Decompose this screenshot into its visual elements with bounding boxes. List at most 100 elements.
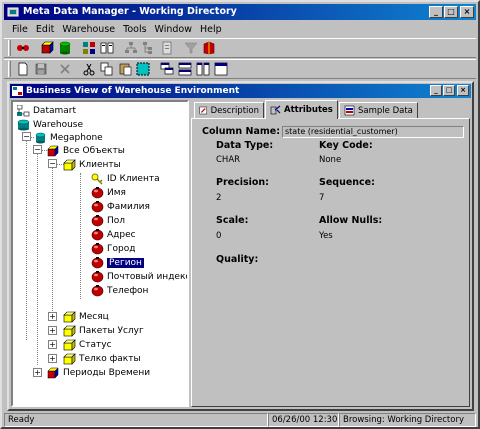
document-disabled-icon[interactable] (158, 40, 176, 57)
datamart-cube-icon[interactable] (38, 40, 56, 57)
menu-edit[interactable]: Edit (32, 24, 58, 35)
tree-node-packages[interactable]: Пакеты Услуг (63, 324, 144, 338)
tree-node-month[interactable]: Месяц (63, 310, 109, 324)
data-type-value: CHAR (216, 155, 241, 165)
delete-icon[interactable] (56, 61, 74, 78)
paste-icon[interactable] (116, 61, 134, 78)
main-toolbar (4, 38, 476, 58)
attribute-ball-icon (91, 271, 104, 283)
book-icon[interactable] (200, 40, 218, 57)
hierarchy-disabled-icon[interactable] (122, 40, 140, 57)
tree-node-warehouse[interactable]: Warehouse (17, 118, 83, 132)
status-datetime: 06/26/00 12:30 (268, 413, 339, 427)
close-button[interactable]: × (460, 6, 474, 18)
tree-node-postal[interactable]: Почтовый индекс (91, 270, 187, 284)
menu-window[interactable]: Window (151, 24, 196, 35)
expand-toggle[interactable]: + (48, 326, 57, 335)
tree-node-city[interactable]: Город (91, 242, 135, 256)
tree-node-datamart[interactable]: Datamart (17, 104, 76, 118)
expand-toggle[interactable]: + (48, 340, 57, 349)
column-name-field[interactable]: state (residential_customer) (282, 126, 464, 138)
expand-toggle[interactable]: + (48, 354, 57, 363)
allow-nulls-label: Allow Nulls: (319, 215, 383, 226)
column-name-label: Column Name: (202, 126, 280, 137)
cascade-icon[interactable] (158, 61, 176, 78)
toolbar-grip[interactable] (8, 40, 11, 56)
child-title-bar[interactable]: Business View of Warehouse Environment _… (10, 84, 471, 98)
child-close-button[interactable]: × (457, 85, 469, 96)
edit-toolbar (4, 59, 476, 79)
tree-node-surname[interactable]: Фамилия (91, 200, 150, 214)
dimension-cube-icon (63, 339, 76, 351)
description-tab-icon (199, 106, 208, 115)
dimension-cube-icon (63, 311, 76, 323)
tree-node-client-id[interactable]: ID Клиента (91, 172, 160, 186)
tree-node-clients[interactable]: Клиенты (63, 158, 121, 172)
tree-node-address[interactable]: Адрес (91, 228, 136, 242)
select-area-icon[interactable] (134, 61, 152, 78)
expand-toggle[interactable]: − (33, 145, 42, 154)
save-icon[interactable] (32, 61, 50, 78)
minimize-button[interactable]: _ (429, 6, 443, 18)
tree-node-status[interactable]: Статус (63, 338, 112, 352)
status-ready: Ready (4, 413, 268, 427)
tile-horizontal-icon[interactable] (176, 61, 194, 78)
tab-attributes[interactable]: Attributes (265, 100, 338, 119)
attribute-ball-icon (91, 215, 104, 227)
expand-toggle[interactable]: − (22, 132, 31, 141)
allow-nulls-value: Yes (319, 231, 333, 241)
title-bar[interactable]: Meta Data Manager - Working Directory _ … (4, 4, 476, 20)
grid-objects-icon[interactable] (80, 40, 98, 57)
fact-cube-icon (63, 353, 76, 365)
dimension-cube-icon (63, 159, 76, 171)
attribute-ball-icon (91, 285, 104, 297)
tree-disabled-icon[interactable] (140, 40, 158, 57)
maximize-button[interactable]: □ (444, 6, 458, 18)
connect-icon[interactable] (14, 40, 32, 57)
tree-node-all-objects[interactable]: Все Объекты (47, 144, 125, 158)
tile-vertical-icon[interactable] (194, 61, 212, 78)
tree-node-name[interactable]: Имя (91, 186, 126, 200)
database-cylinder-icon (35, 132, 46, 144)
attribute-ball-icon (91, 187, 104, 199)
maximize-window-icon[interactable] (212, 61, 230, 78)
new-file-icon[interactable] (14, 61, 32, 78)
detail-pane: Description Attributes Sample Data Colum… (191, 100, 470, 407)
tree-node-phone[interactable]: Телефон (91, 284, 148, 298)
expand-toggle[interactable]: + (33, 368, 42, 377)
menu-help[interactable]: Help (196, 24, 226, 35)
tab-description[interactable]: Description (194, 102, 264, 118)
menu-tools[interactable]: Tools (119, 24, 150, 35)
expand-toggle[interactable]: − (48, 159, 57, 168)
attribute-ball-icon (91, 229, 104, 241)
scale-value: 0 (216, 231, 222, 241)
key-code-value: None (319, 155, 342, 165)
tree-node-megaphone[interactable]: Megaphone (34, 131, 103, 145)
datamart-icon (17, 105, 30, 117)
menu-file[interactable]: File (8, 24, 32, 35)
tree-node-region[interactable]: Регион (91, 256, 144, 270)
menu-warehouse[interactable]: Warehouse (58, 24, 119, 35)
cut-icon[interactable] (80, 61, 98, 78)
attributes-tab-icon (270, 105, 281, 114)
child-maximize-button[interactable]: □ (443, 85, 455, 96)
sample-data-tab-icon (344, 105, 355, 116)
warehouse-tree[interactable]: Datamart Warehouse − Megaphone − Все Объ… (11, 100, 189, 407)
tree-node-gender[interactable]: Пол (91, 214, 125, 228)
copy-icon[interactable] (98, 61, 116, 78)
toolbar-grip[interactable] (8, 61, 11, 77)
tree-node-telco[interactable]: Телко факты (63, 352, 141, 366)
app-icon (7, 7, 19, 17)
attribute-ball-icon (91, 243, 104, 255)
cube-icon (47, 367, 59, 379)
warehouse-cylinder-icon[interactable] (56, 40, 74, 57)
precision-label: Precision: (216, 177, 269, 188)
tree-node-periods[interactable]: Периоды Времени (47, 366, 150, 380)
data-type-label: Data Type: (216, 140, 274, 151)
expand-toggle[interactable]: + (48, 312, 57, 321)
quality-label: Quality: (216, 254, 259, 265)
split-view-icon[interactable] (98, 40, 116, 57)
filter-disabled-icon[interactable] (182, 40, 200, 57)
tab-sample-data[interactable]: Sample Data (339, 102, 418, 118)
child-minimize-button[interactable]: _ (430, 85, 442, 96)
